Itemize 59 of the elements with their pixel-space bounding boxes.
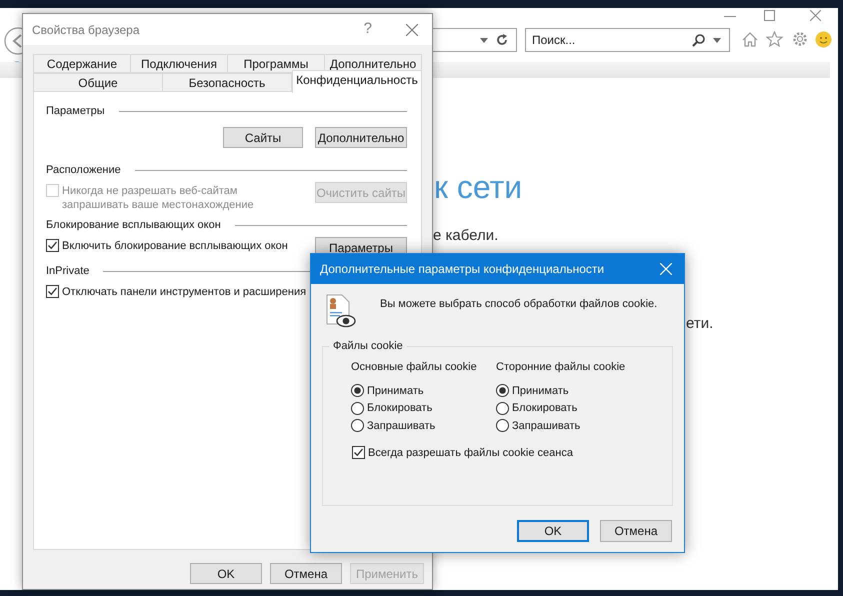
- radio-label: Запрашивать: [367, 418, 436, 434]
- radio-button[interactable]: [496, 402, 509, 415]
- button[interactable]: OK: [517, 520, 589, 542]
- page-heading: к сети: [434, 168, 522, 207]
- search-icon[interactable]: [692, 34, 705, 46]
- close-icon[interactable]: [406, 24, 418, 36]
- smiley-icon[interactable]: [815, 31, 832, 48]
- button[interactable]: Отмена: [600, 520, 672, 542]
- tab[interactable]: Содержание: [33, 54, 131, 73]
- radio-button[interactable]: [351, 419, 364, 432]
- button[interactable]: Дополнительно: [315, 127, 407, 148]
- radio-button[interactable]: [496, 384, 509, 398]
- tab[interactable]: Конфиденциальность: [292, 70, 422, 93]
- radio-label: Блокировать: [512, 401, 578, 416]
- checkbox[interactable]: [46, 285, 59, 298]
- star-icon[interactable]: [766, 31, 783, 47]
- checkbox-label: Всегда разрешать файлы cookie сеанса: [368, 446, 573, 460]
- caret-icon[interactable]: [480, 38, 488, 42]
- checkbox-label: Никогда не разрешать веб-сайтам запрашивать ваше местонахождение: [62, 184, 255, 212]
- tab[interactable]: Подключения: [131, 54, 228, 73]
- button[interactable]: Отмена: [270, 563, 342, 584]
- window-title: Дополнительные параметры конфиденциальности: [320, 261, 606, 278]
- tab[interactable]: Безопасность: [163, 73, 292, 92]
- page-text: ети.: [686, 314, 714, 334]
- home-icon[interactable]: [742, 32, 758, 47]
- tab[interactable]: Общие: [33, 73, 163, 92]
- section-title: Расположение: [46, 162, 121, 178]
- radio-button[interactable]: [496, 419, 509, 432]
- radio-label: Блокировать: [367, 401, 432, 416]
- section-title: InPrivate: [46, 264, 90, 279]
- radio-label: Запрашивать: [512, 418, 580, 434]
- refresh-icon[interactable]: [496, 34, 508, 46]
- button[interactable]: Сайты: [223, 127, 303, 148]
- tab[interactable]: Программы: [228, 54, 325, 73]
- radio-label: Принимать: [367, 384, 424, 398]
- help-button[interactable]: ?: [364, 18, 372, 41]
- search-field[interactable]: Поиск...: [525, 28, 730, 52]
- minimize-icon[interactable]: [724, 16, 736, 18]
- message-text: Вы можете выбрать способ обработки файлов cookie.: [380, 297, 658, 312]
- window-title: Свойства браузера: [32, 22, 141, 38]
- checkbox-label: Включить блокирование всплывающих окон: [62, 239, 288, 253]
- checkbox-label: Отключать панели инструментов и расширения: [62, 285, 306, 299]
- radio-button[interactable]: [351, 402, 364, 415]
- close-icon[interactable]: [810, 10, 821, 21]
- maximize-icon[interactable]: [764, 10, 775, 21]
- radio-button[interactable]: [351, 384, 364, 398]
- settings-icon[interactable]: [792, 31, 808, 47]
- page-text: е кабели.: [433, 226, 498, 246]
- section-title: Блокирование всплывающих окон: [46, 218, 221, 233]
- checkbox[interactable]: [352, 446, 365, 460]
- document-eye-icon: [325, 294, 357, 328]
- column-header: Сторонние файлы cookie: [496, 360, 626, 374]
- column-header: Основные файлы cookie: [351, 360, 477, 374]
- caret-icon[interactable]: [713, 38, 721, 42]
- checkbox[interactable]: [46, 239, 59, 252]
- section-title: Параметры: [46, 104, 105, 119]
- search-input[interactable]: Поиск...: [532, 31, 684, 49]
- button[interactable]: OK: [190, 563, 262, 584]
- radio-label: Принимать: [512, 384, 569, 398]
